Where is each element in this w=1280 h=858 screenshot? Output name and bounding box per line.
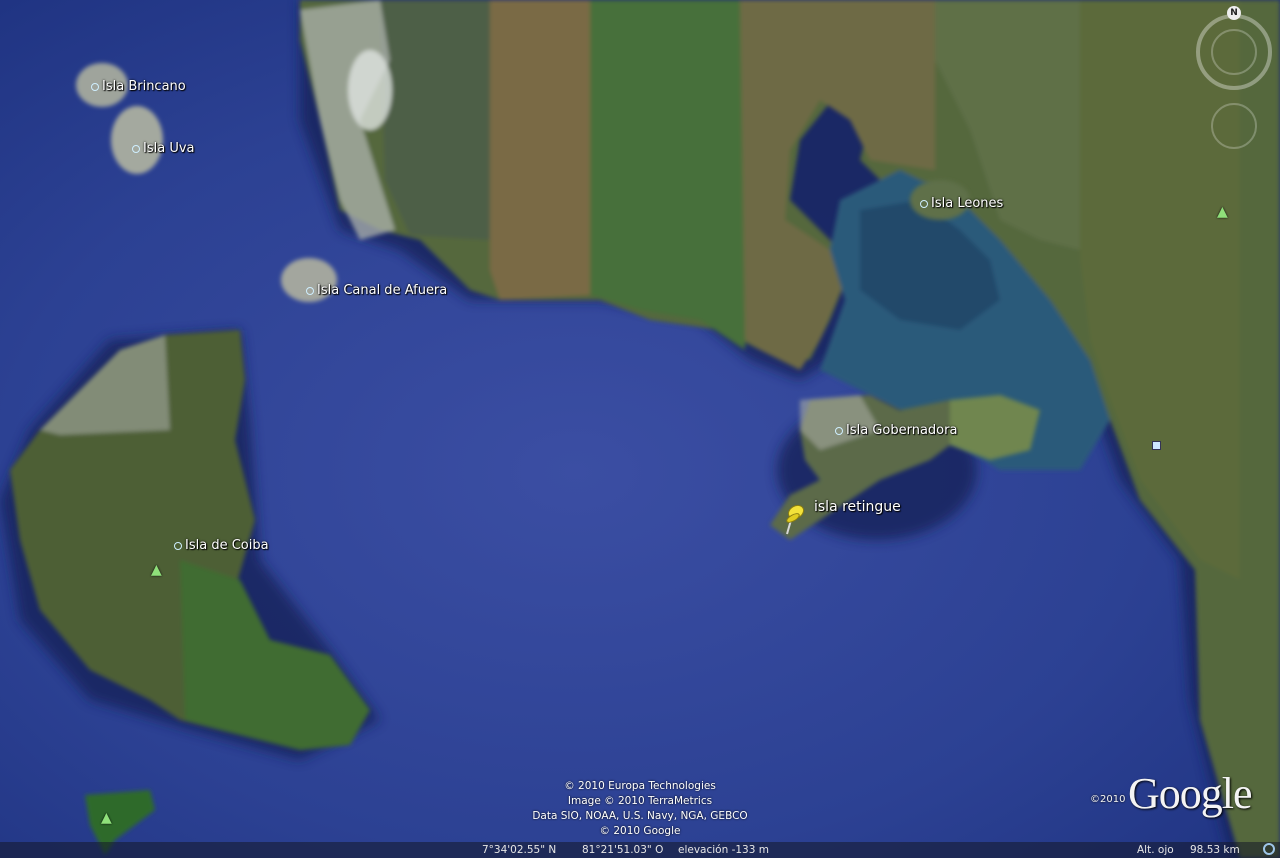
label-isla-brincano[interactable]: Isla Brincano <box>91 79 186 94</box>
park-tree-icon[interactable]: ▲ <box>1217 204 1228 220</box>
placemark-label[interactable]: isla retingue <box>814 499 901 515</box>
place-name: Isla Brincano <box>102 79 186 94</box>
place-point-icon <box>835 426 843 435</box>
park-tree-icon[interactable]: ▲ <box>101 810 112 826</box>
park-tree-icon[interactable]: ▲ <box>151 562 162 578</box>
attribution: © 2010 Europa Technologies Image © 2010 … <box>500 779 780 839</box>
latitude-readout: 7°34'02.55" N <box>482 844 557 856</box>
place-point-icon <box>132 144 140 153</box>
compass-north-icon[interactable]: N <box>1227 6 1241 20</box>
label-isla-canal-de-afuera[interactable]: Isla Canal de Afuera <box>306 283 447 298</box>
place-point-icon <box>920 199 928 208</box>
place-point-icon <box>174 541 182 550</box>
eye-altitude-value: 98.53 km <box>1190 844 1240 856</box>
attribution-line: © 2010 Europa Technologies <box>564 780 716 792</box>
label-isla-leones[interactable]: Isla Leones <box>920 196 1003 211</box>
attribution-line: Image © 2010 TerraMetrics <box>567 795 713 807</box>
place-name: Isla Canal de Afuera <box>317 283 448 298</box>
logo-year: ©2010 <box>1090 794 1126 805</box>
label-isla-gobernadora[interactable]: Isla Gobernadora <box>835 423 957 438</box>
navigation-control[interactable] <box>1196 4 1280 154</box>
label-isla-uva[interactable]: Isla Uva <box>132 141 195 156</box>
yellow-pushpin-icon[interactable] <box>782 500 810 536</box>
place-name: Isla Uva <box>143 141 195 156</box>
attribution-line: © 2010 Google <box>599 825 681 837</box>
eye-altitude-label: Alt. ojo <box>1137 844 1174 856</box>
square-marker-icon[interactable] <box>1152 441 1161 450</box>
label-isla-de-coiba[interactable]: Isla de Coiba <box>174 538 269 553</box>
elevation-readout: elevación -133 m <box>678 844 769 856</box>
longitude-readout: 81°21'51.03" O <box>582 844 664 856</box>
google-logo: Google <box>1128 769 1253 818</box>
attribution-line: Data SIO, NOAA, U.S. Navy, NGA, GEBCO <box>532 810 748 822</box>
place-name: Isla Gobernadora <box>846 423 958 438</box>
satellite-map[interactable] <box>0 0 1280 858</box>
place-point-icon <box>306 286 314 295</box>
status-bar: 7°34'02.55" N 81°21'51.03" O elevación -… <box>0 842 1280 858</box>
place-name: Isla de Coiba <box>185 538 269 553</box>
place-name: Isla Leones <box>931 196 1004 211</box>
place-point-icon <box>91 82 99 91</box>
streaming-status-icon <box>1263 843 1275 855</box>
